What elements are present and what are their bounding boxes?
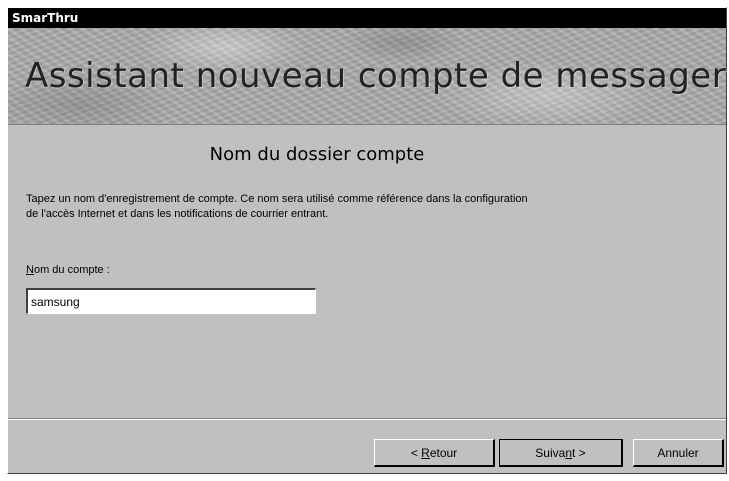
account-name-label-mnemonic: N [26, 264, 34, 276]
section-title: Nom du dossier compte [209, 144, 425, 165]
next-button-mnemonic: n [565, 445, 573, 460]
banner-title: Assistant nouveau compte de messagerie [25, 56, 729, 96]
wizard-window: SmarThru Assistant nouveau compte de mes… [7, 7, 729, 474]
instructions-text: Tapez un nom d'enregistrement de compte.… [26, 192, 666, 222]
cancel-button[interactable]: Annuler [633, 439, 724, 467]
back-button-mnemonic: R [421, 445, 430, 460]
account-name-label-text: om du compte : [33, 264, 110, 276]
back-button[interactable]: < Retour [374, 439, 495, 467]
window-title: SmarThru [12, 11, 79, 25]
footer-separator [8, 418, 726, 420]
title-bar[interactable]: SmarThru [8, 8, 726, 28]
account-name-label: Nom du compte : [26, 264, 110, 276]
back-button-prefix: < [410, 445, 422, 460]
next-button[interactable]: Suiva n t > [499, 439, 623, 467]
back-button-label: etour [429, 445, 458, 460]
wizard-banner: Assistant nouveau compte de messagerie [8, 28, 729, 125]
instructions-line-1: Tapez un nom d'enregistrement de compte.… [26, 193, 528, 205]
cancel-button-label: Annuler [657, 445, 699, 460]
next-button-prefix: Suiva [535, 445, 566, 460]
account-name-input[interactable] [26, 288, 316, 314]
next-button-label: t > [572, 445, 586, 460]
instructions-line-2: de l'accès Internet et dans les notifica… [26, 208, 329, 220]
